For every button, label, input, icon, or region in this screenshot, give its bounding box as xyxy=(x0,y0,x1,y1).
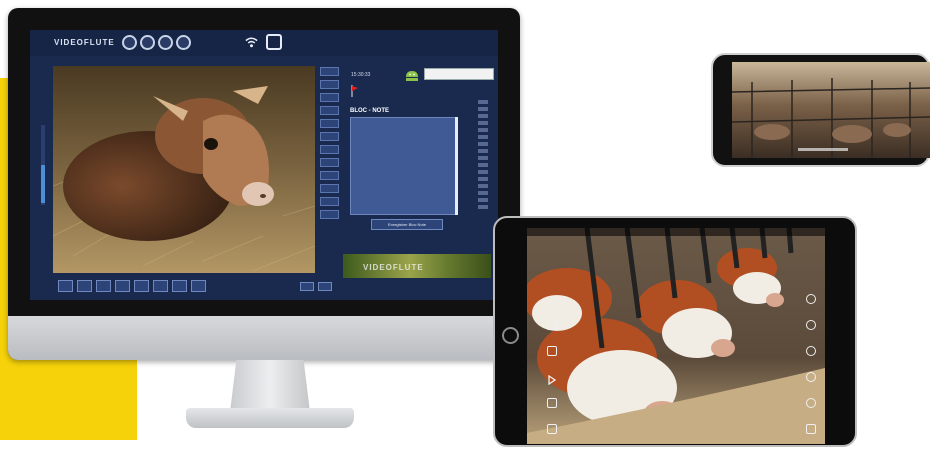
tool-button[interactable] xyxy=(172,280,187,292)
circle-icon[interactable] xyxy=(806,346,816,356)
playback-button[interactable] xyxy=(300,282,314,291)
camera-button[interactable] xyxy=(320,171,339,180)
time-readout: 15:30:33 xyxy=(351,72,371,78)
video-feed-cow xyxy=(53,66,315,273)
app-top-bar: VIDEOFLUTE xyxy=(30,30,498,56)
circle-button-icon[interactable] xyxy=(176,35,191,50)
monitor-chin xyxy=(8,316,520,360)
brand-logo-box xyxy=(424,68,494,80)
square-icon[interactable] xyxy=(547,424,557,434)
camera-button[interactable] xyxy=(320,158,339,167)
gallery-icon[interactable] xyxy=(547,346,557,356)
app-title: VIDEOFLUTE xyxy=(54,38,115,47)
brand-banner: VIDEOFLUTE xyxy=(343,254,491,278)
camera-button[interactable] xyxy=(320,132,339,141)
circle-button-icon[interactable] xyxy=(158,35,173,50)
tool-button[interactable] xyxy=(58,280,73,292)
flag-icon xyxy=(351,85,358,97)
save-notes-button[interactable]: Enregistrer Bloc Note xyxy=(371,219,443,230)
tool-button[interactable] xyxy=(134,280,149,292)
camera-button[interactable] xyxy=(320,106,339,115)
notes-label: BLOC - NOTE xyxy=(350,108,389,114)
brand-banner-text: VIDEOFLUTE xyxy=(363,263,424,272)
device-icon[interactable] xyxy=(266,34,282,50)
camera-button[interactable] xyxy=(320,210,339,219)
camera-button[interactable] xyxy=(320,197,339,206)
frame-icon[interactable] xyxy=(547,320,557,330)
home-icon[interactable] xyxy=(547,398,557,408)
tool-button[interactable] xyxy=(96,280,111,292)
vertical-label xyxy=(478,100,488,210)
tool-button[interactable] xyxy=(115,280,130,292)
tablet-home-button[interactable] xyxy=(502,327,519,344)
monitor-foot xyxy=(186,408,354,428)
camera-button[interactable] xyxy=(320,119,339,128)
circle-icon[interactable] xyxy=(806,320,816,330)
camera-button[interactable] xyxy=(320,67,339,76)
circle-button-icon[interactable] xyxy=(140,35,155,50)
camera-button[interactable] xyxy=(320,184,339,193)
tablet-video-cows xyxy=(527,228,825,444)
circle-icon[interactable] xyxy=(806,372,816,382)
square-icon[interactable] xyxy=(806,424,816,434)
camera-button[interactable] xyxy=(320,93,339,102)
circle-button-icon[interactable] xyxy=(122,35,137,50)
tool-button[interactable] xyxy=(153,280,168,292)
settings-icon[interactable] xyxy=(806,294,816,304)
notes-scrollbar[interactable] xyxy=(455,117,458,215)
monitor-stand xyxy=(230,360,310,412)
triangle-icon[interactable] xyxy=(547,372,557,386)
camera-button[interactable] xyxy=(320,145,339,154)
phone-barn-view xyxy=(732,62,930,158)
wifi-icon[interactable] xyxy=(244,35,259,50)
tool-button[interactable] xyxy=(77,280,92,292)
notes-textarea[interactable] xyxy=(350,117,458,215)
tablet-status-bar xyxy=(527,228,825,236)
tool-button[interactable] xyxy=(191,280,206,292)
volume-slider-fill xyxy=(41,165,45,203)
android-icon xyxy=(406,71,418,81)
circle-icon[interactable] xyxy=(806,398,816,408)
camera-button[interactable] xyxy=(320,80,339,89)
playback-button[interactable] xyxy=(318,282,332,291)
